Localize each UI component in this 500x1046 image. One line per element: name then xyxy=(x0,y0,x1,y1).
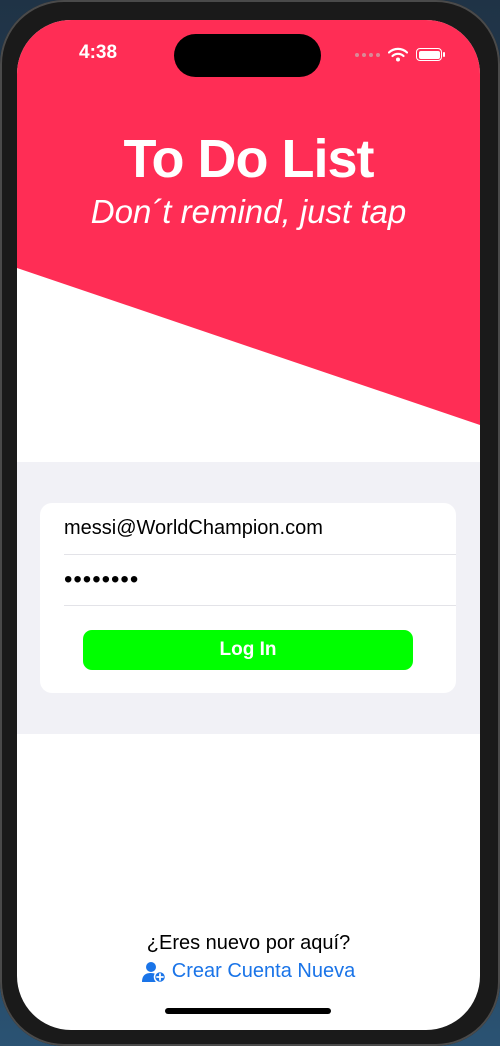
email-field[interactable] xyxy=(64,517,424,540)
app-title: To Do List xyxy=(123,129,375,189)
app-screen: 4:38 To Do List Don´t remind, just tap m… xyxy=(17,20,480,1030)
new-user-question: ¿Eres nuevo por aquí? xyxy=(146,932,351,954)
status-icons xyxy=(355,47,445,62)
person-add-icon xyxy=(141,961,166,983)
email-row xyxy=(64,503,456,555)
header-banner xyxy=(17,20,480,460)
wifi-icon xyxy=(388,47,408,62)
battery-icon xyxy=(416,48,445,61)
header-background-shape xyxy=(17,20,480,425)
phone-frame: 4:38 To Do List Don´t remind, just tap m… xyxy=(0,0,500,1046)
login-card: Log In xyxy=(40,503,456,693)
app-subtitle: Don´t remind, just tap xyxy=(90,193,407,230)
login-section: Log In xyxy=(17,462,480,734)
password-field[interactable] xyxy=(64,565,424,594)
create-account-link[interactable]: Crear Cuenta Nueva xyxy=(17,960,480,983)
password-row xyxy=(64,554,456,606)
status-time: 4:38 xyxy=(79,42,118,63)
home-indicator[interactable] xyxy=(165,1008,331,1014)
create-account-label[interactable]: Crear Cuenta Nueva xyxy=(172,960,355,983)
dynamic-island xyxy=(174,34,321,77)
login-button[interactable]: Log In xyxy=(83,630,413,670)
cellular-signal-icon xyxy=(355,52,380,57)
